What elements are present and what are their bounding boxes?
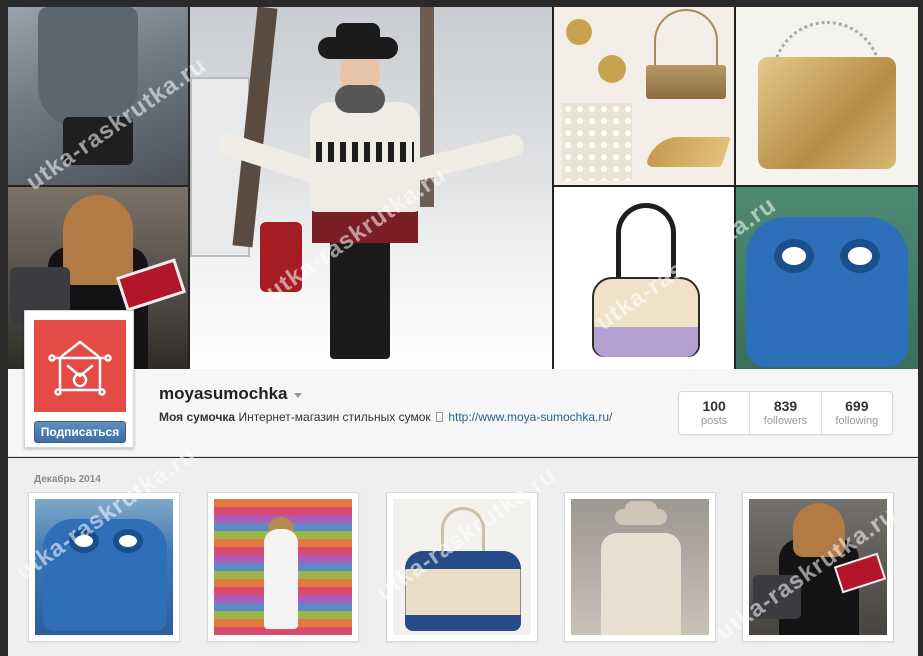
mosaic-photo-owl-bag[interactable] [736,187,918,369]
stat-followers[interactable]: 839 followers [750,392,822,434]
header-photo-mosaic [8,7,918,369]
stat-posts-count: 100 [702,398,726,414]
profile-display-name: Моя сумочка [159,410,236,424]
stat-following-label: following [835,415,879,427]
profile-username[interactable]: moyasumochka [159,384,288,404]
profile-stats: 100 posts 839 followers 699 following [678,391,893,435]
profile-info-bar: moyasumochka Моя сумочка Интернет-магази… [8,369,918,457]
photo-feed: Декабрь 2014 [8,458,918,656]
stat-posts-label: posts [701,415,728,427]
missing-glyph-icon [435,412,443,422]
avatar[interactable] [34,320,126,412]
chevron-down-icon[interactable] [293,393,302,398]
mosaic-photo-winter-street[interactable] [190,7,552,369]
feed-photo-beige-coat[interactable] [564,492,716,642]
stat-followers-count: 839 [773,398,798,414]
stat-following[interactable]: 699 following [822,392,892,434]
profile-bio: Моя сумочка Интернет-магазин стильных су… [159,410,612,424]
profile-avatar-card: Подписаться [24,310,134,448]
feed-photo-shelf-girl[interactable] [207,492,359,642]
mosaic-photo-gold-bag[interactable] [736,7,918,185]
username-row[interactable]: moyasumochka [159,384,302,404]
feed-section-date: Декабрь 2014 [34,474,101,485]
bag-logo-icon [48,340,112,396]
mosaic-photo-gold-accessories[interactable] [554,7,734,185]
profile-bio-text: Интернет-магазин стильных сумок [238,410,431,424]
stat-followers-label: followers [763,415,808,427]
feed-photo-woman-wallet[interactable] [742,492,894,642]
feed-photo-owl-bag[interactable] [28,492,180,642]
subscribe-button[interactable]: Подписаться [34,421,126,443]
mosaic-photo-coat-bag[interactable] [8,7,188,185]
mosaic-photo-lavender-purse[interactable] [554,187,734,369]
feed-photo-lace-bag[interactable] [386,492,538,642]
stat-following-count: 699 [845,398,869,414]
profile-website-link[interactable]: http://www.moya-sumochka.ru/ [448,410,612,424]
instagram-profile-page: moyasumochka Моя сумочка Интернет-магази… [0,0,923,656]
stat-posts[interactable]: 100 posts [679,392,751,434]
